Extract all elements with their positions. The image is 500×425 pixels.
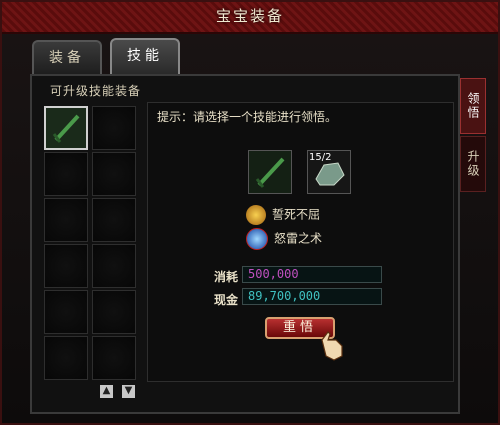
sidetab-comprehend[interactable]: 领悟 [460,78,486,134]
selected-equipment-slot[interactable] [248,150,292,194]
equipment-slot[interactable] [92,198,136,242]
scroll-down-icon[interactable]: ▼ [122,385,135,398]
tab-skills[interactable]: 技能 [110,38,180,74]
sword-icon [46,108,86,148]
shield-icon [246,205,266,225]
sidetab-upgrade[interactable]: 升级 [460,136,486,192]
skill-name: 誓死不屈 [272,207,321,222]
skill-row[interactable]: 怒雷之术 [246,228,322,250]
equipment-slot[interactable] [92,336,136,380]
cash-field: 89,700,000 [242,288,382,305]
cash-label: 现金 [214,293,239,307]
equipment-slot-selected[interactable] [44,106,88,150]
cost-label: 消耗 [214,270,239,284]
hand-cursor-icon [321,331,343,361]
equipment-slot[interactable] [92,244,136,288]
cost-field: 500,000 [242,266,382,283]
pet-equipment-window: 宝宝装备 装备 技能 可升级技能装备 ▲ ▼ 提示：请选择一个技能进行领悟。 1… [0,0,500,425]
skill-name: 怒雷之术 [274,231,323,246]
equipment-slot[interactable] [92,290,136,334]
equipment-slot[interactable] [44,244,88,288]
window-title: 宝宝装备 [215,7,284,25]
skill-row[interactable]: 誓死不屈 [246,205,320,225]
sword-icon [249,151,291,193]
equipment-slot[interactable] [44,290,88,334]
upgradable-skill-equipment-title: 可升级技能装备 [50,84,142,98]
title-bar: 宝宝装备 [2,2,498,34]
equipment-slot[interactable] [44,336,88,380]
equipment-slot[interactable] [92,152,136,196]
equipment-slot[interactable] [44,152,88,196]
equipment-slot[interactable] [92,106,136,150]
tab-equipment[interactable]: 装备 [32,40,102,74]
scroll-up-icon[interactable]: ▲ [100,385,113,398]
lightning-icon [246,228,268,250]
equipment-slot[interactable] [44,198,88,242]
stone-count-badge: 15/2 [309,152,332,163]
hint-text: 提示：请选择一个技能进行领悟。 [157,110,338,124]
